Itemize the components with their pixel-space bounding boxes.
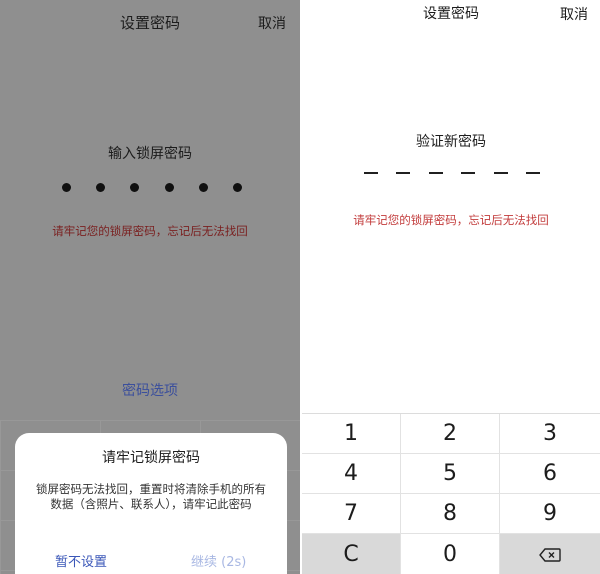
cancel-button[interactable]: 取消 [560,4,588,24]
key-7[interactable]: 7 [302,494,401,534]
password-slot [493,172,508,174]
key-1[interactable]: 1 [302,414,401,454]
key-0[interactable]: 0 [401,534,500,574]
password-dot [62,182,71,192]
key-8[interactable]: 8 [401,494,500,534]
password-slot [396,172,411,174]
remember-warning: 请牢记您的锁屏密码，忘记后无法找回 [52,224,248,238]
backspace-key[interactable] [500,534,600,574]
screen-title: 设置密码 [119,14,180,32]
remember-password-dialog: 请牢记锁屏密码 锁屏密码无法找回，重置时将清除手机的所有数据（含照片、联系人），… [15,433,287,574]
numeric-keypad: 1 2 3 4 5 6 7 8 9 C 0 [302,413,600,574]
key-4[interactable]: 4 [302,454,401,494]
remember-warning: 请牢记您的锁屏密码，忘记后无法找回 [353,213,549,227]
password-slot [525,172,540,174]
key-3[interactable]: 3 [500,414,600,454]
password-dot [164,182,174,192]
password-dot [232,182,242,192]
key-2[interactable]: 2 [401,414,500,454]
key-9[interactable]: 9 [500,494,600,534]
key-5[interactable]: 5 [401,454,500,494]
screen-title: 设置密码 [423,6,479,22]
password-dot [198,182,208,192]
backspace-icon [539,547,561,562]
password-dots [62,180,242,194]
verify-password-screen: 设置密码 取消 验证新密码 请牢记您的锁屏密码，忘记后无法找回 1 2 3 4 … [302,0,600,574]
key-6[interactable]: 6 [500,454,600,494]
continue-button[interactable]: 继续 (2s) [191,551,246,570]
password-slots [364,172,540,176]
cancel-button[interactable]: 取消 [258,13,286,33]
password-slot [428,172,443,174]
dialog-title: 请牢记锁屏密码 [102,450,200,466]
password-dot [130,182,140,192]
verify-password-prompt: 验证新密码 [416,134,486,150]
set-password-screen-dimmed: 设置密码 取消 输入锁屏密码 请牢记您的锁屏密码，忘记后无法找回 密码选项 请牢… [0,0,300,574]
password-slot [461,172,476,174]
dialog-body: 锁屏密码无法找回，重置时将清除手机的所有数据（含照片、联系人），请牢记此密码 [36,482,266,511]
skip-button[interactable]: 暂不设置 [55,551,107,570]
password-dot [96,182,106,192]
password-slot [364,172,378,174]
clear-key[interactable]: C [302,534,401,574]
password-options-link[interactable]: 密码选项 [0,380,300,400]
enter-password-prompt: 输入锁屏密码 [108,146,192,162]
